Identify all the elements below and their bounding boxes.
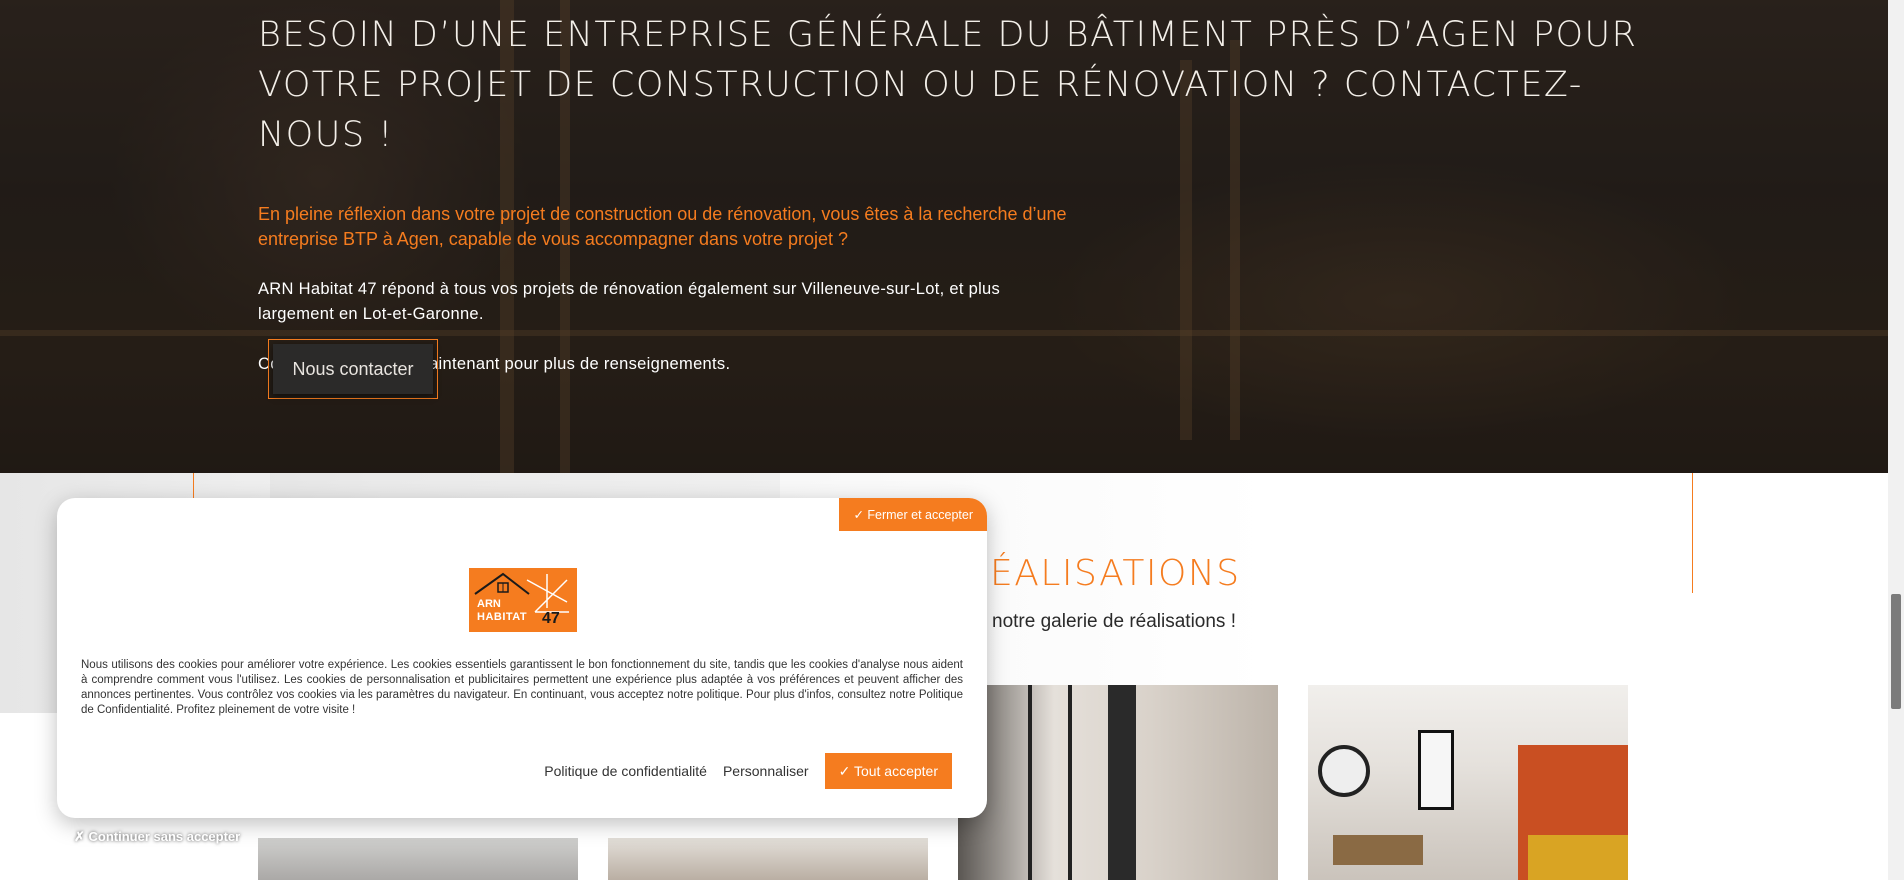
- scrollbar-track[interactable]: [1888, 0, 1904, 880]
- hero-title: Besoin d’une entreprise générale du bâti…: [258, 15, 1638, 155]
- shower-frame: [1028, 685, 1032, 880]
- gallery-photo[interactable]: [958, 685, 1278, 880]
- shower-frame: [1068, 685, 1072, 880]
- gallery-photo[interactable]: [258, 838, 578, 880]
- contact-button-frame: Nous contacter: [268, 339, 438, 399]
- wall-frame: [1418, 730, 1454, 810]
- hero-paragraph: ARN Habitat 47 répond à tous vos projets…: [258, 280, 1001, 323]
- close-and-accept-button[interactable]: ✓ Fermer et accepter: [839, 498, 987, 531]
- cookie-text: Nous utilisons des cookies pour améliore…: [81, 659, 963, 716]
- hero-content: Besoin d’une entreprise générale du bâti…: [258, 10, 1658, 377]
- continue-without-accepting-link[interactable]: ✗ Continuer sans accepter: [74, 829, 240, 845]
- gallery-photo[interactable]: [608, 838, 928, 880]
- privacy-policy-link[interactable]: Politique de confidentialité: [544, 763, 707, 779]
- brand-logo: ARN HABITAT 47: [469, 568, 577, 632]
- logo-number: 47: [542, 610, 560, 627]
- shower-panel: [1108, 685, 1136, 880]
- accent-line: [1692, 473, 1693, 593]
- hero-section: Besoin d’une entreprise générale du bâti…: [0, 0, 1888, 473]
- hero-lead: En pleine réflexion dans votre projet de…: [258, 204, 1067, 249]
- section-subtitle: notre galerie de réalisations !: [992, 611, 1236, 632]
- cookie-banner: ✓ Fermer et accepter ARN HABITAT 47 Nous…: [57, 498, 987, 818]
- logo-text: ARN: [477, 598, 501, 610]
- scrollbar-thumb[interactable]: [1891, 594, 1901, 709]
- sofa: [1528, 835, 1628, 880]
- customize-link[interactable]: Personnaliser: [723, 763, 809, 779]
- cookie-actions: Politique de confidentialité Personnalis…: [544, 753, 952, 789]
- contact-button[interactable]: Nous contacter: [273, 344, 433, 394]
- logo-text: HABITAT: [477, 611, 528, 623]
- section-title: ÉALISATIONS: [990, 553, 1241, 594]
- sideboard: [1333, 835, 1423, 865]
- accept-all-button[interactable]: ✓ Tout accepter: [824, 753, 952, 789]
- wall-clock: [1318, 745, 1370, 797]
- gallery-photo[interactable]: [1308, 685, 1628, 880]
